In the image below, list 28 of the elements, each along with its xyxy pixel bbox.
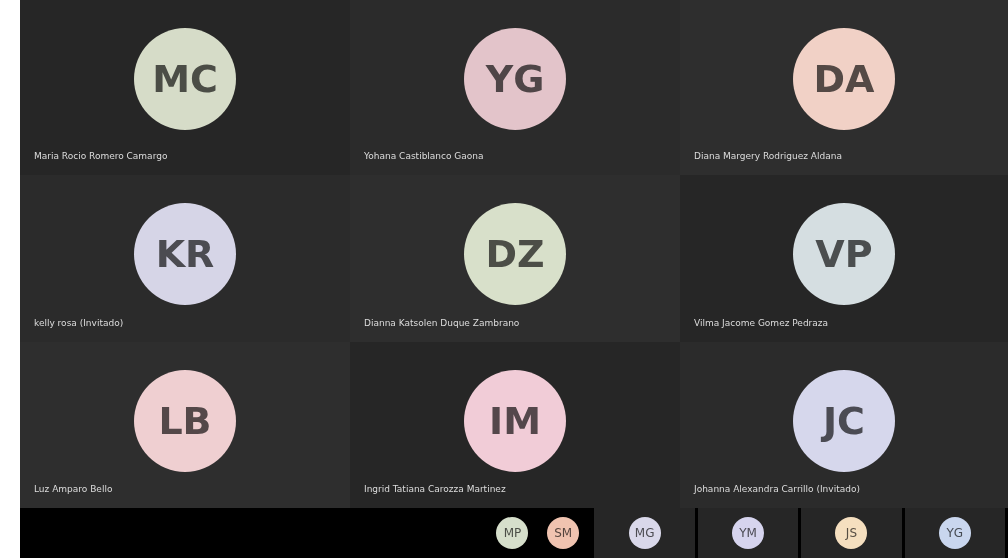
- video-tile[interactable]: YM: [697, 508, 799, 558]
- participant-name: Diana Margery Rodriguez Aldana: [694, 151, 842, 161]
- avatar-circle: MG: [628, 517, 661, 549]
- video-tile[interactable]: YG: [904, 508, 1005, 558]
- avatar-circle: YM: [732, 517, 765, 549]
- participant-name: Vilma Jacome Gomez Pedraza: [694, 318, 829, 328]
- avatar-circle[interactable]: SM: [547, 517, 580, 549]
- avatar-circle: JS: [835, 517, 868, 549]
- avatar-circle: KR: [134, 203, 236, 305]
- avatar-circle: VP: [793, 203, 895, 305]
- avatar-circle: IM: [464, 370, 566, 472]
- participant-name: Dianna Katsolen Duque Zambrano: [364, 318, 520, 328]
- participant-name: Luz Amparo Bello: [34, 484, 113, 494]
- video-tile[interactable]: JS: [801, 508, 902, 558]
- avatar-circle: DZ: [464, 203, 566, 305]
- participant-name: Maria Rocio Romero Camargo: [34, 151, 168, 161]
- participant-name: Ingrid Tatiana Carozza Martinez: [364, 484, 506, 494]
- participant-name: Yohana Castiblanco Gaona: [364, 151, 484, 161]
- avatar-circle: LB: [134, 370, 236, 472]
- participant-name: Johanna Alexandra Carrillo (Invitado): [694, 484, 860, 494]
- avatar-circle: YG: [464, 28, 566, 130]
- participant-name: kelly rosa (Invitado): [34, 318, 124, 328]
- video-tile[interactable]: MG: [594, 508, 695, 558]
- avatar-circle: MC: [134, 28, 236, 130]
- avatar-circle: JC: [793, 370, 895, 472]
- avatar-circle: YG: [938, 517, 971, 549]
- avatar-circle[interactable]: MP: [496, 517, 529, 549]
- avatar-circle: DA: [793, 28, 895, 130]
